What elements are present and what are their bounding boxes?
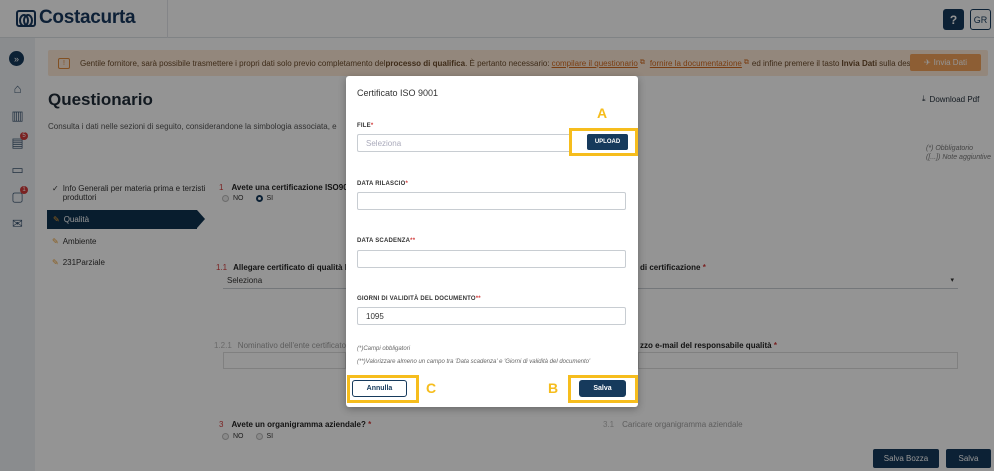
validity-days-input[interactable]: 1095 xyxy=(357,307,626,325)
file-label: FILE* xyxy=(357,123,374,129)
callout-c: C xyxy=(426,380,437,396)
expiry-date-label-text: DATA SCADENZA xyxy=(357,238,411,244)
expiry-date-label: DATA SCADENZA** xyxy=(357,238,416,244)
highlight-upload xyxy=(569,128,638,156)
callout-b: B xyxy=(548,380,559,396)
validity-days-label: GIORNI DI VALIDITÀ DEL DOCUMENTO** xyxy=(357,296,481,302)
highlight-cancel xyxy=(347,375,419,403)
release-date-input[interactable] xyxy=(357,192,626,210)
certificate-modal: Certificato ISO 9001 FILE* Seleziona UPL… xyxy=(346,76,638,407)
release-date-label: DATA RILASCIO* xyxy=(357,181,409,187)
callout-a: A xyxy=(597,105,608,121)
validity-note: (**)Valorizzare almeno un campo tra 'Dat… xyxy=(357,359,591,365)
expiry-date-input[interactable] xyxy=(357,250,626,268)
modal-title: Certificato ISO 9001 xyxy=(357,88,439,98)
file-input[interactable]: Seleziona xyxy=(357,134,572,152)
release-date-label-text: DATA RILASCIO xyxy=(357,181,406,187)
highlight-save xyxy=(568,375,638,403)
required-fields-note: (*)Campi obbligatori xyxy=(357,346,411,352)
validity-days-label-text: GIORNI DI VALIDITÀ DEL DOCUMENTO xyxy=(357,296,476,302)
file-label-text: FILE xyxy=(357,123,371,129)
